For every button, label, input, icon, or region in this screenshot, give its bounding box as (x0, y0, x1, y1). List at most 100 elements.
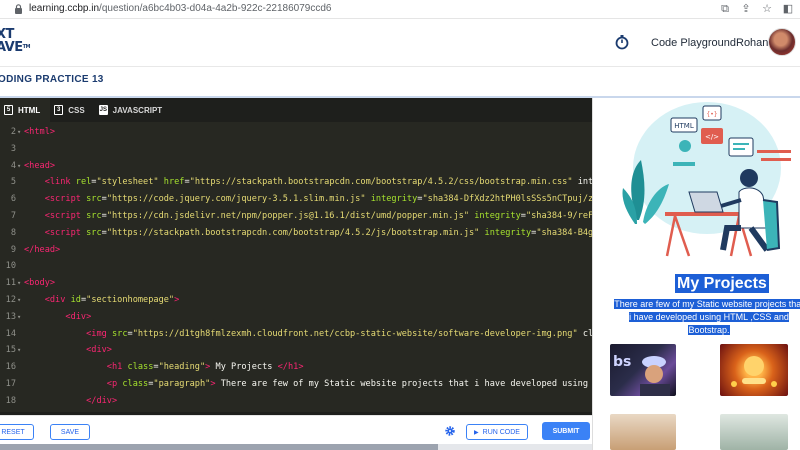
fold-arrow-icon[interactable]: ▾ (17, 342, 21, 359)
logo-trademark: TM (22, 44, 31, 50)
logo-text-line2: AVETM (0, 40, 31, 55)
tab-html[interactable]: 5 HTML (0, 98, 51, 122)
editor-tabs: 5 HTML 3 CSS JS JAVASCRIPT (0, 98, 592, 122)
project-thumbnail-food[interactable] (610, 414, 676, 450)
url-host: learning.ccbp.in (29, 3, 100, 14)
tab-label: CSS (68, 105, 85, 115)
code-line[interactable]: 15 ▾ <div> (0, 342, 592, 359)
code-text: <img src="https://d1tgh8fmlzexmh.cloudfr… (86, 328, 592, 339)
nxtwave-logo[interactable]: XT AVETM (0, 28, 36, 60)
line-number: 11 (5, 278, 16, 289)
code-line[interactable]: 10 (0, 258, 592, 275)
tab-label: JAVASCRIPT (112, 105, 163, 115)
lock-icon (15, 4, 22, 14)
software-developer-illustration: HTML </> {•} (622, 102, 791, 257)
line-number: 13 (5, 311, 16, 322)
code-text: </div> (86, 395, 118, 406)
code-line[interactable]: 17 <p class="paragraph"> There are few o… (0, 376, 592, 393)
javascript-icon: JS (98, 105, 108, 115)
play-icon: ▶ (474, 429, 479, 436)
code-line[interactable]: 11 ▾ <body> (0, 275, 592, 292)
line-number: 7 (10, 210, 16, 221)
line-number: 18 (5, 395, 16, 406)
code-line[interactable]: 3 (0, 141, 592, 158)
user-name: Rohan (736, 37, 769, 49)
line-number: 17 (5, 378, 16, 389)
avatar[interactable] (768, 28, 796, 56)
bookmark-star-icon[interactable]: ☆ (761, 2, 773, 16)
app-header: XT AVETM Code Playground Rohan (0, 19, 800, 67)
side-panel-icon[interactable]: ◧ (782, 2, 794, 16)
code-text: <body> (24, 278, 56, 289)
code-text: <head> (24, 160, 56, 171)
tab-css[interactable]: 3 CSS (50, 98, 94, 122)
save-button[interactable]: SAVE (50, 424, 90, 440)
code-line[interactable]: 9 </head> (0, 242, 592, 259)
illustration-brace-label: {•} (706, 111, 717, 118)
project-thumbnail-vr[interactable]: bs (610, 344, 676, 396)
run-code-button[interactable]: ▶ RUN CODE (466, 424, 528, 440)
code-text: <html> (24, 127, 56, 137)
code-area[interactable]: 2 ▾ <html> 3 4 ▾ <head> 5 <link rel="stylesheet… (0, 124, 592, 413)
code-text: <h1 class="heading"> My Projects </h1> (106, 362, 304, 373)
code-line[interactable]: 14 <img src="https://d1tgh8fmlzexmh.clou… (0, 326, 592, 343)
bottom-scroll-thumb[interactable] (0, 444, 439, 450)
line-number: 14 (5, 328, 16, 339)
code-text: <script src="https://code.jquery.com/jqu… (44, 194, 592, 205)
css3-icon: 3 (54, 105, 64, 115)
code-line[interactable]: 4 ▾ <head> (0, 158, 592, 175)
illustration-html-label: HTML (674, 122, 694, 130)
tab-label: HTML (18, 105, 41, 115)
line-number: 9 (10, 244, 16, 255)
code-line[interactable]: 16 <h1 class="heading"> My Projects </h1… (0, 359, 592, 376)
submit-button[interactable]: SUBMIT (542, 422, 590, 440)
code-text: <div> (65, 311, 92, 322)
run-code-label: RUN CODE (482, 428, 520, 436)
fold-arrow-icon[interactable]: ▾ (17, 158, 21, 175)
html5-icon: 5 (4, 105, 13, 115)
code-playground-link[interactable]: Code Playground (651, 37, 736, 49)
url-path: /question/a6bc4b03-d04a-4a2b-922c-221860… (99, 3, 332, 14)
code-text: <p class="paragraph"> There are few of m… (106, 378, 592, 389)
code-line[interactable]: 13 ▾ <div> (0, 309, 592, 326)
line-number: 5 (10, 177, 16, 188)
line-number: 6 (10, 194, 16, 205)
fold-arrow-icon[interactable]: ▾ (17, 309, 21, 326)
fold-arrow-icon[interactable]: ▾ (17, 124, 21, 141)
code-line[interactable]: 6 <script src="https://code.jquery.com/j… (0, 191, 592, 208)
code-line[interactable]: 7 <script src="https://cdn.jsdelivr.net/… (0, 208, 592, 225)
code-text: <div> (86, 345, 112, 356)
settings-gear-icon[interactable] (444, 425, 456, 437)
url-field[interactable]: learning.ccbp.in/question/a6bc4b03-d04a-… (29, 3, 331, 14)
code-line[interactable]: 5 <link rel="stylesheet" href="https://s… (0, 174, 592, 191)
projects-heading: My Projects (675, 274, 769, 293)
code-text: <script src="https://stackpath.bootstrap… (44, 227, 592, 238)
projects-paragraph-text: There are few of my Static website proje… (614, 299, 800, 335)
share-icon[interactable]: ⇪ (740, 2, 752, 16)
code-text: </head> (24, 244, 61, 255)
tab-javascript[interactable]: JS JAVASCRIPT (95, 98, 173, 122)
code-text: <link rel="stylesheet" href="https://sta… (44, 177, 592, 188)
line-number: 2 (10, 127, 16, 137)
stopwatch-icon[interactable] (614, 34, 630, 50)
project-thumbnail-money[interactable] (720, 414, 788, 450)
project-thumbnail-festival[interactable] (720, 344, 788, 396)
code-text: <script src="https://cdn.jsdelivr.net/np… (44, 210, 592, 221)
code-line[interactable]: 2 ▾ <html> (0, 124, 592, 141)
line-number: 12 (5, 294, 16, 305)
code-line[interactable]: 18 </div> (0, 393, 592, 410)
code-editor[interactable]: 5 HTML 3 CSS JS JAVASCRIPT 2 ▾ <html> 3 4 ▾ <h… (0, 98, 592, 415)
fold-arrow-icon[interactable]: ▾ (17, 292, 21, 309)
install-app-icon[interactable]: ⧉ (719, 2, 731, 16)
browser-address-bar: learning.ccbp.in/question/a6bc4b03-d04a-… (0, 0, 800, 19)
line-number: 16 (5, 362, 16, 373)
output-preview[interactable]: HTML </> {•} My Projects There are few o… (592, 98, 800, 450)
reset-button[interactable]: RESET (0, 424, 34, 440)
line-number: 15 (5, 345, 16, 356)
bottom-scroll-track[interactable] (0, 444, 592, 450)
code-line[interactable]: 12 ▾ <div id="sectionhomepage"> (0, 292, 592, 309)
illustration-code-label: </> (705, 133, 719, 141)
line-number: 8 (10, 227, 16, 238)
fold-arrow-icon[interactable]: ▾ (17, 275, 21, 292)
code-line[interactable]: 8 <script src="https://stackpath.bootstr… (0, 225, 592, 242)
